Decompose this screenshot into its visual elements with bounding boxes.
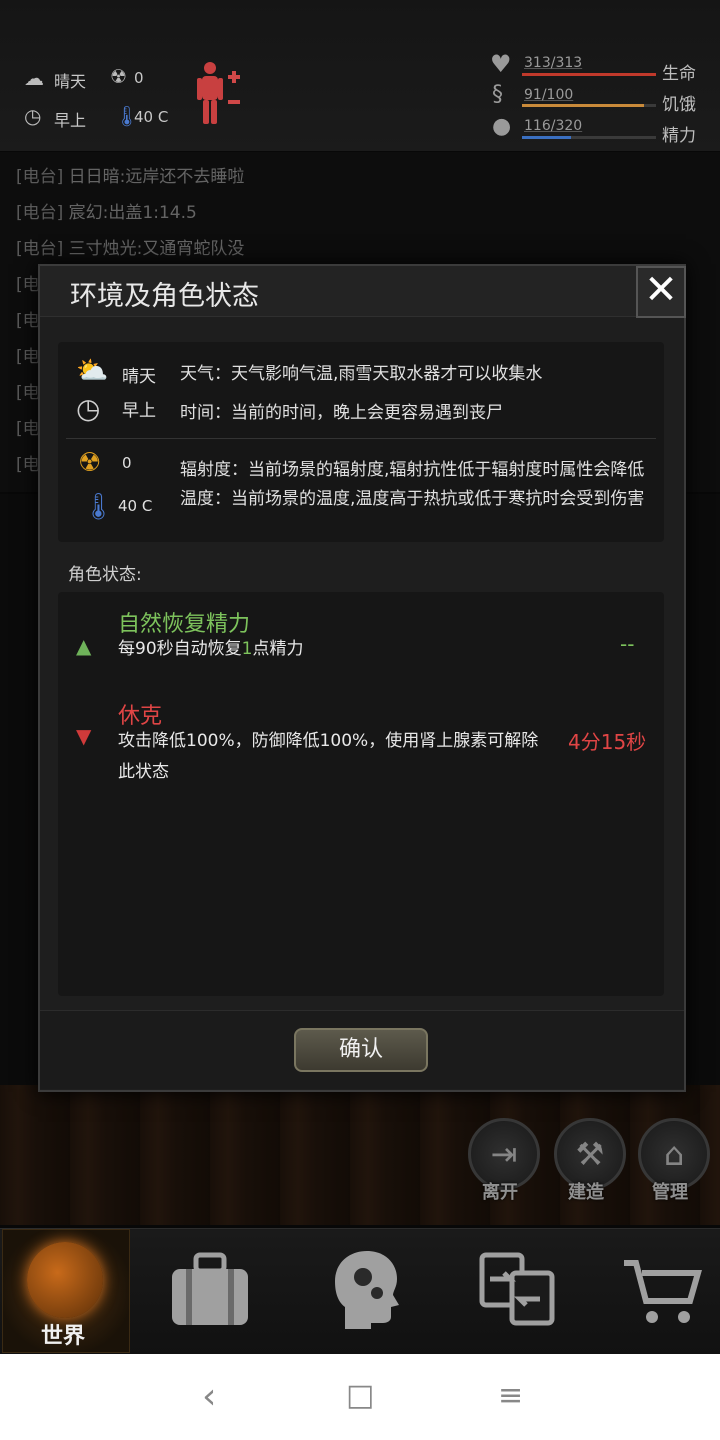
home-icon[interactable]: □ <box>346 1378 374 1413</box>
weather-value: 晴天 <box>54 72 87 91</box>
status-bar: ☁ 晴天 ☢ 0 ◷ 早上 🌡 40 C ♥ 313/313 生命 § 91/1… <box>0 0 720 151</box>
weather-icon: ☁ <box>24 66 44 90</box>
hunger-label: 饥饿 <box>662 95 696 115</box>
health-label: 生命 <box>662 64 696 84</box>
arrow-down-icon: ▼ <box>76 724 92 748</box>
weather-value: 晴天 <box>122 367 156 387</box>
energy-value: 116/320 <box>524 118 583 134</box>
suitcase-icon <box>172 1252 248 1325</box>
arrow-up-icon: ▲ <box>76 634 92 658</box>
status-duration: -- <box>620 632 635 656</box>
thermometer-icon: 🌡 <box>82 492 116 522</box>
trade-button[interactable] <box>468 1251 568 1341</box>
character-status-label: 角色状态: <box>68 565 142 585</box>
head-gear-icon <box>335 1251 399 1329</box>
back-icon[interactable]: ‹ <box>202 1376 216 1417</box>
skills-button[interactable] <box>318 1247 418 1337</box>
clock-icon: ◷ <box>24 104 42 128</box>
brain-icon: ● <box>492 114 512 139</box>
energy-bar <box>522 136 656 139</box>
exchange-icon <box>479 1252 555 1326</box>
system-nav-bar: ‹ □ ≡ <box>0 1354 720 1440</box>
status-list[interactable]: ▲ 自然恢复精力 每90秒自动恢复1点精力 -- ▼ 休克 攻击降低100%，防… <box>58 592 664 996</box>
time-value: 早上 <box>54 111 87 130</box>
nav-world[interactable]: 世界 <box>2 1229 130 1353</box>
shop-button[interactable] <box>612 1257 712 1337</box>
temperature-value: 40 C <box>134 108 169 126</box>
health-value: 313/313 <box>524 55 583 71</box>
weather-desc: 天气：天气影响气温,雨雪天取水器才可以收集水 <box>180 364 543 384</box>
status-desc-line1: 攻击降低100%，防御降低100%，使用肾上腺素可解除 <box>118 731 539 751</box>
hunger-bar <box>522 104 656 107</box>
energy-label: 精力 <box>662 126 696 146</box>
bottom-nav: 世界 <box>0 1228 720 1355</box>
stomach-icon: § <box>492 82 503 107</box>
close-button[interactable]: ✕ <box>636 266 686 318</box>
radiation-value: 0 <box>122 454 132 472</box>
radiation-icon: ☢ <box>110 66 128 88</box>
list-item: ▲ 自然恢复精力 每90秒自动恢复1点精力 -- <box>58 592 664 672</box>
temperature-value: 40 C <box>118 497 153 515</box>
status-desc-line2: 此状态 <box>118 762 169 782</box>
status-duration: 4分15秒 <box>568 730 647 754</box>
menu-icon[interactable]: ≡ <box>498 1378 523 1413</box>
radiation-desc: 辐射度：当前场景的辐射度,辐射抗性低于辐射度时属性会降低 <box>180 460 645 480</box>
globe-icon <box>27 1242 103 1318</box>
clock-icon: ◷ <box>76 392 101 425</box>
list-item: ▼ 休克 攻击降低100%，防御降低100%，使用肾上腺素可解除 此状态 4分1… <box>58 684 664 794</box>
weather-icon: ⛅ <box>76 356 109 386</box>
cart-icon <box>624 1260 702 1323</box>
radiation-icon: ☢ <box>78 448 102 478</box>
inventory-button[interactable] <box>160 1249 260 1339</box>
body-status-icon[interactable] <box>192 60 248 126</box>
environment-card: ⛅ 晴天 天气：天气影响气温,雨雪天取水器才可以收集水 ◷ 早上 时间：当前的时… <box>58 342 664 542</box>
health-bar <box>522 73 656 76</box>
heart-icon: ♥ <box>490 50 512 78</box>
confirm-button[interactable]: 确认 <box>294 1028 428 1072</box>
hunger-value: 91/100 <box>524 87 574 103</box>
modal-title: 环境及角色状态 <box>70 281 259 312</box>
time-value: 早上 <box>122 401 156 421</box>
modal-header: 环境及角色状态 <box>40 266 684 317</box>
nav-world-label: 世界 <box>41 1324 86 1349</box>
status-desc: 每90秒自动恢复1点精力 <box>118 639 304 659</box>
temperature-desc: 温度：当前场景的温度,温度高于热抗或低于寒抗时会受到伤害 <box>180 489 645 509</box>
close-icon: ✕ <box>644 267 678 313</box>
divider <box>66 438 656 439</box>
radiation-value: 0 <box>134 69 144 87</box>
status-modal: 环境及角色状态 ✕ ⛅ 晴天 天气：天气影响气温,雨雪天取水器才可以收集水 ◷ … <box>38 264 686 1092</box>
time-desc: 时间：当前的时间，晚上会更容易遇到丧尸 <box>180 403 503 423</box>
